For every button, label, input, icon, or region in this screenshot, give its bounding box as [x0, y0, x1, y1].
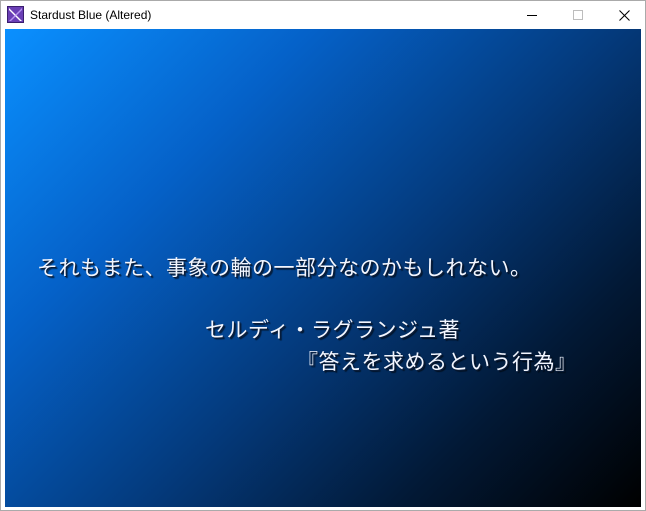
app-window: Stardust Blue (Altered) それもまた、事象の輪の一部分なの…	[0, 0, 646, 511]
game-screen[interactable]: それもまた、事象の輪の一部分なのかもしれない。 セルディ・ラグランジュ著 『答え…	[5, 29, 641, 507]
close-button[interactable]	[601, 1, 646, 29]
minimize-button[interactable]	[509, 1, 555, 29]
maximize-button[interactable]	[555, 1, 601, 29]
minimize-icon	[527, 15, 537, 16]
window-title: Stardust Blue (Altered)	[30, 8, 152, 22]
close-icon	[618, 9, 630, 21]
app-icon[interactable]	[7, 6, 24, 23]
maximize-icon	[573, 10, 583, 20]
message-line-2: セルディ・ラグランジュ著	[205, 318, 461, 342]
message-line-1: それもまた、事象の輪の一部分なのかもしれない。	[37, 256, 532, 280]
message-line-3: 『答えを求めるという行為』	[297, 350, 577, 374]
title-bar[interactable]: Stardust Blue (Altered)	[1, 1, 645, 29]
